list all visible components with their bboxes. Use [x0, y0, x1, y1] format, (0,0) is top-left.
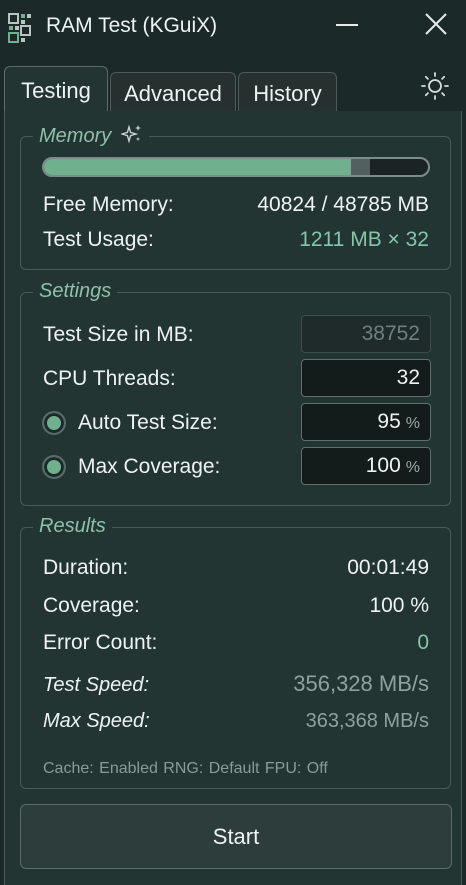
auto-test-size-radio[interactable] — [42, 411, 66, 435]
start-button[interactable]: Start — [20, 804, 452, 869]
tab-label: Advanced — [124, 80, 222, 106]
max-coverage-label: Max Coverage: — [78, 455, 221, 478]
max-speed-label: Max Speed: — [43, 710, 150, 732]
duration-label: Duration: — [43, 556, 129, 579]
test-usage-label: Test Usage: — [43, 228, 154, 251]
cpu-threads-field[interactable]: 32 — [301, 359, 431, 397]
coverage-label: Coverage: — [43, 594, 140, 617]
results-title: Results — [33, 515, 112, 538]
results-group: Results Duration: 00:01:49 Coverage: 100… — [20, 515, 451, 789]
tab-testing[interactable]: Testing — [4, 66, 108, 114]
max-coverage-field[interactable]: 100 % — [301, 447, 431, 485]
coverage-value: 100 % — [369, 594, 429, 617]
settings-group: Settings Test Size in MB: 38752 CPU Thre… — [20, 280, 451, 506]
memory-title: Memory — [33, 124, 149, 148]
tab-history[interactable]: History — [238, 72, 337, 114]
memory-progress-bar — [42, 157, 430, 177]
tab-label: Testing — [21, 77, 91, 103]
app-icon — [8, 13, 31, 43]
minimize-icon[interactable] — [336, 24, 358, 26]
max-coverage-radio[interactable] — [42, 455, 66, 479]
test-config-info: Cache: Enabled RNG: Default FPU: Off — [43, 760, 328, 777]
test-size-label: Test Size in MB: — [43, 323, 194, 346]
test-speed-value: 356,328 MB/s — [293, 671, 429, 696]
memory-progress-fill — [44, 159, 352, 175]
test-speed-label: Test Speed: — [43, 674, 150, 696]
test-size-field[interactable]: 38752 — [301, 315, 431, 353]
free-memory-value: 40824 / 48785 MB — [257, 193, 429, 216]
duration-value: 00:01:49 — [347, 556, 429, 579]
cpu-threads-label: CPU Threads: — [43, 367, 176, 390]
auto-test-size-label: Auto Test Size: — [78, 411, 218, 434]
test-usage-value: 1211 MB × 32 — [299, 228, 429, 251]
sun-icon[interactable] — [420, 71, 450, 101]
memory-group: Memory Free Memory: 40824 / 48785 MB Tes… — [20, 124, 451, 270]
window-title: RAM Test (KGuiX) — [46, 14, 218, 37]
close-icon[interactable] — [424, 12, 448, 36]
title-bar[interactable]: RAM Test (KGuiX) — [0, 0, 466, 52]
tab-label: History — [253, 80, 322, 106]
percent-unit: % — [405, 459, 420, 476]
memory-progress-used — [351, 159, 371, 175]
settings-title: Settings — [33, 280, 118, 303]
sparkle-icon — [119, 124, 141, 144]
auto-test-size-field[interactable]: 95 % — [301, 403, 431, 441]
error-count-label: Error Count: — [43, 631, 158, 654]
free-memory-label: Free Memory: — [43, 193, 174, 216]
percent-unit: % — [405, 415, 420, 432]
error-count-value: 0 — [417, 631, 429, 654]
start-button-label: Start — [212, 823, 260, 849]
tab-advanced[interactable]: Advanced — [110, 72, 236, 114]
max-speed-value: 363,368 MB/s — [305, 710, 429, 732]
